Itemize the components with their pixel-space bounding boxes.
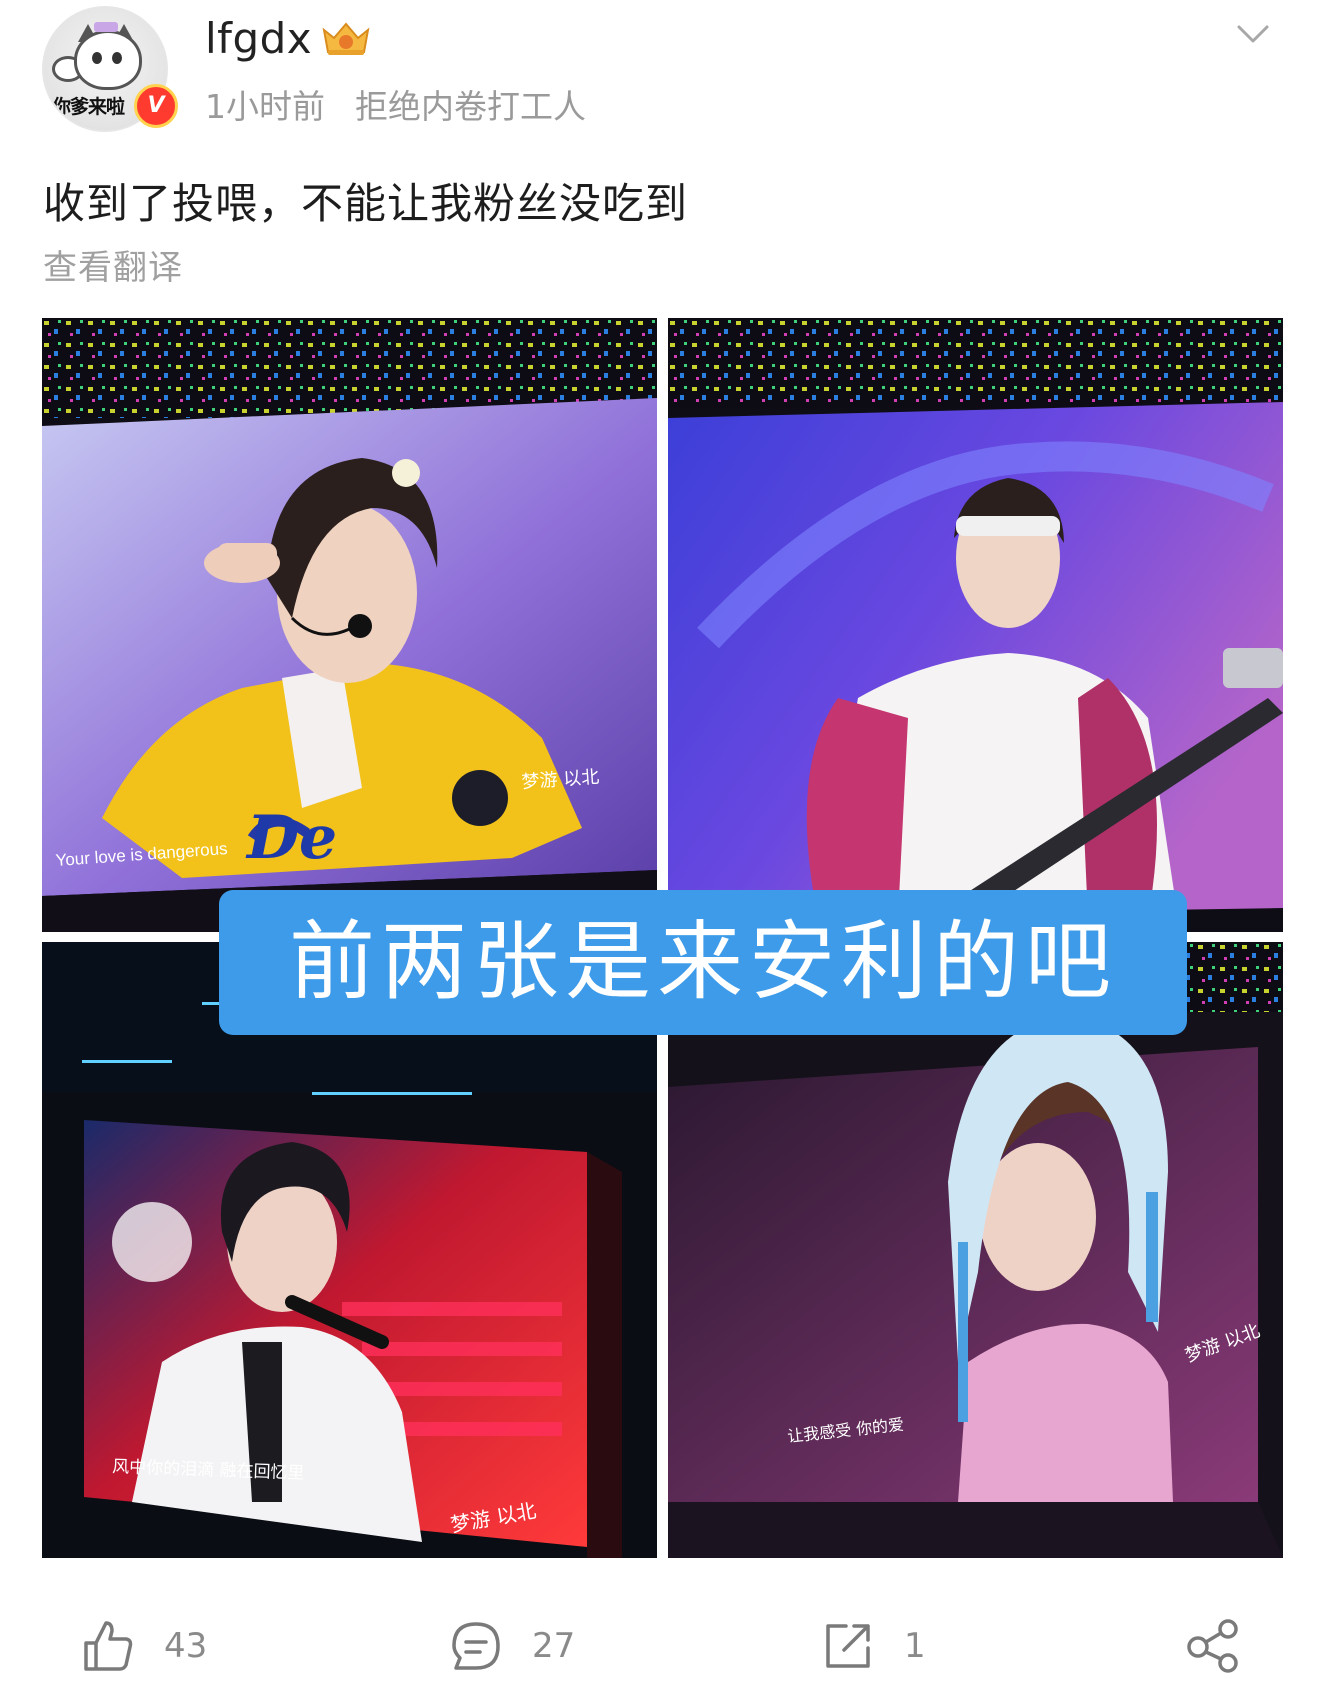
post-time: 1小时前 xyxy=(205,87,325,126)
comment-button[interactable]: 27 xyxy=(450,1616,575,1676)
avatar-caption: 你爹来啦 xyxy=(52,96,125,118)
author-name[interactable]: lfgdx xyxy=(205,14,312,63)
avatar-cat-face xyxy=(74,30,142,90)
like-count: 43 xyxy=(164,1626,208,1666)
repost-button[interactable]: 1 xyxy=(822,1616,926,1676)
image-overlay-caption: 前两张是来安利的吧 xyxy=(219,890,1187,1035)
post-text: 收到了投喂，不能让我粉丝没吃到 xyxy=(43,179,689,228)
share-button[interactable] xyxy=(1186,1616,1242,1676)
thumbs-up-icon xyxy=(84,1621,133,1671)
post-source[interactable]: 拒绝内卷打工人 xyxy=(355,87,586,126)
verified-badge-icon: V xyxy=(134,84,178,128)
comment-count: 27 xyxy=(532,1626,576,1666)
post-meta: 1小时前 拒绝内卷打工人 xyxy=(205,80,586,128)
like-button[interactable]: 43 xyxy=(82,1616,207,1676)
post-image-1[interactable]: De Your love is dangerous 梦游 以北 xyxy=(42,318,657,932)
repost-count: 1 xyxy=(904,1626,926,1666)
share-icon xyxy=(1187,1619,1238,1673)
crown-badge-icon xyxy=(322,22,370,55)
chevron-down-icon[interactable] xyxy=(1236,22,1270,46)
post-image-2[interactable] xyxy=(668,318,1283,932)
repost-icon xyxy=(826,1624,870,1668)
comment-icon xyxy=(452,1622,500,1670)
svg-text:De: De xyxy=(245,803,337,873)
translate-link[interactable]: 查看翻译 xyxy=(43,240,183,289)
